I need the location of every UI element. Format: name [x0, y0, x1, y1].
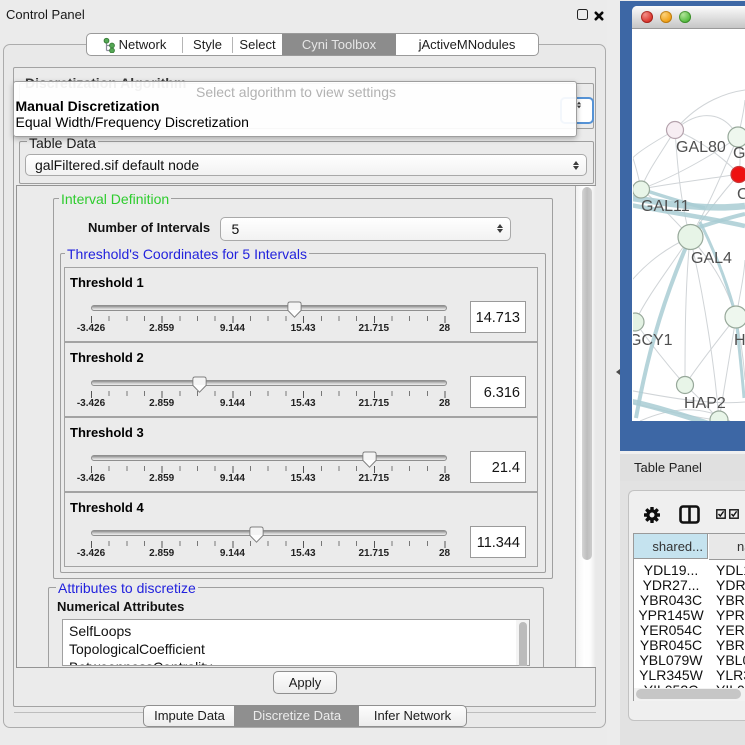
svg-text:GCY1: GCY1: [633, 332, 673, 349]
svg-text:C: C: [737, 186, 745, 203]
svg-text:GA: GA: [733, 145, 745, 162]
svg-text:GAL11: GAL11: [641, 198, 690, 215]
svg-text:HAP2: HAP2: [684, 395, 726, 412]
svg-text:GAL80: GAL80: [676, 139, 726, 156]
svg-text:H: H: [734, 332, 745, 349]
svg-text:GAL4: GAL4: [691, 250, 732, 267]
